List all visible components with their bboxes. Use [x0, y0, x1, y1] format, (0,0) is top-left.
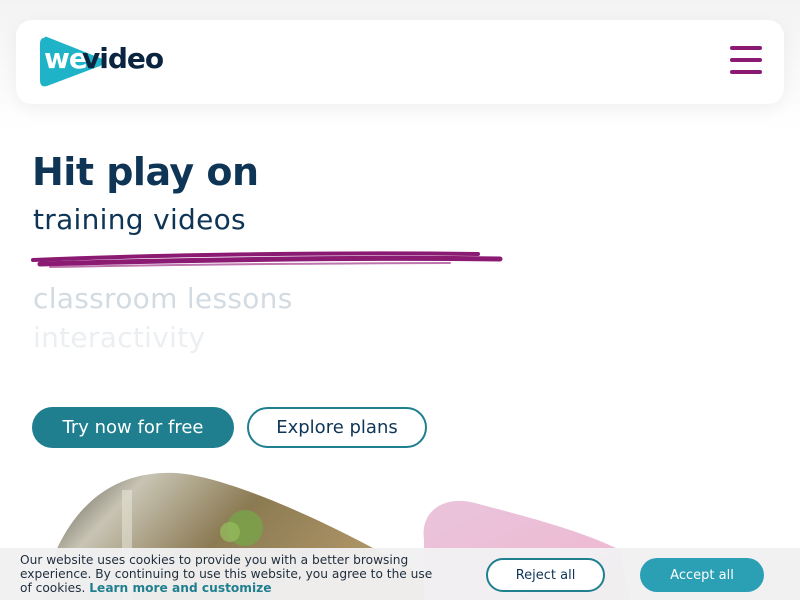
- reject-all-button[interactable]: Reject all: [486, 558, 605, 592]
- rotating-word-next: classroom lessons: [33, 282, 293, 315]
- accept-all-button[interactable]: Accept all: [640, 558, 764, 592]
- wevideo-logo[interactable]: we video: [38, 34, 188, 90]
- rotating-word-active: training videos: [33, 203, 246, 236]
- brush-underline-icon: [31, 251, 503, 268]
- try-now-button[interactable]: Try now for free: [32, 407, 234, 448]
- rotating-word-after: interactivity: [33, 321, 206, 354]
- cookie-message: Our website uses cookies to provide you …: [20, 553, 440, 595]
- logo-video-text: video: [82, 42, 164, 75]
- cookie-learn-more-link[interactable]: Learn more and customize: [89, 581, 271, 595]
- explore-plans-button[interactable]: Explore plans: [247, 407, 427, 448]
- hamburger-menu-icon[interactable]: [730, 46, 762, 74]
- logo-we-text: we: [44, 42, 88, 75]
- site-header: we video: [16, 20, 784, 104]
- hero-title: Hit play on: [32, 150, 259, 194]
